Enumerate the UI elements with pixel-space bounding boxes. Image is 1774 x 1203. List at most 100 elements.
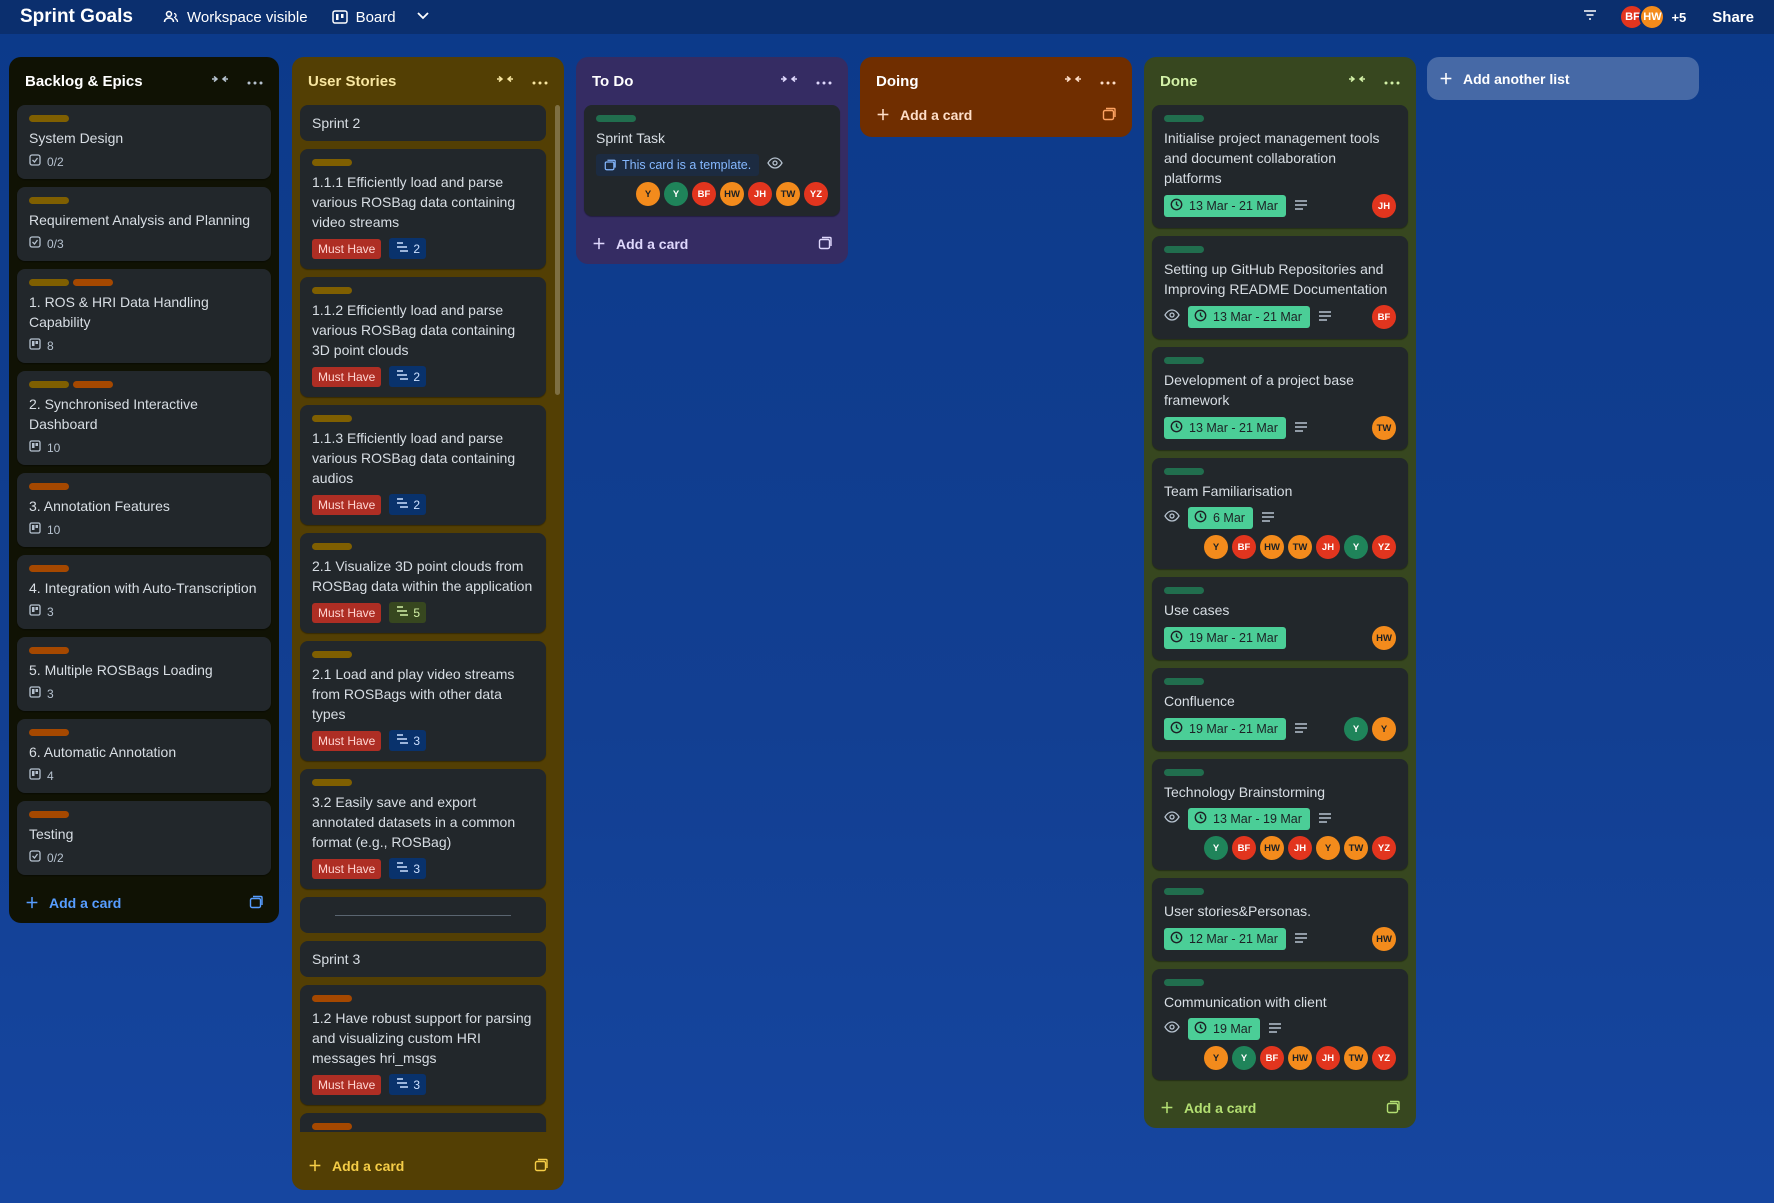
- card[interactable]: Setting up GitHub Repositories and Impro…: [1152, 236, 1408, 339]
- member-avatar[interactable]: JH: [1316, 1046, 1340, 1070]
- member-avatar[interactable]: YZ: [1372, 1046, 1396, 1070]
- member-avatar[interactable]: BF: [1232, 535, 1256, 559]
- template-icon[interactable]: [818, 236, 832, 253]
- template-icon[interactable]: [249, 895, 263, 912]
- member-avatar[interactable]: HW: [1372, 927, 1396, 951]
- card[interactable]: Communication with client 19 Mar Y Y BF HW JH T…: [1152, 969, 1408, 1080]
- collapse-icon[interactable]: [1348, 72, 1366, 90]
- card-template[interactable]: Sprint Task This card is a template. YYB…: [584, 105, 840, 216]
- member-avatar[interactable]: Y: [1372, 717, 1396, 741]
- add-card-button[interactable]: ＋ Add a card: [1152, 1088, 1408, 1128]
- card[interactable]: 1.1.1 Efficiently load and parse various…: [300, 149, 546, 269]
- card[interactable]: Testing 0/2: [17, 801, 271, 875]
- template-icon[interactable]: [1102, 107, 1116, 124]
- template-icon[interactable]: [1386, 1100, 1400, 1117]
- card[interactable]: Technology Brainstorming 13 Mar - 19 Mar Y…: [1152, 759, 1408, 870]
- card[interactable]: 1.2 Handle data variabilities in: [300, 1113, 546, 1132]
- list-title[interactable]: Done: [1160, 73, 1198, 90]
- member-avatar[interactable]: TW: [1288, 535, 1312, 559]
- member-avatar[interactable]: Y: [1344, 717, 1368, 741]
- list-title[interactable]: User Stories: [308, 73, 396, 90]
- due-date-badge[interactable]: 19 Mar - 21 Mar: [1164, 718, 1286, 740]
- due-date-badge[interactable]: 13 Mar - 21 Mar: [1164, 195, 1286, 217]
- member-avatar[interactable]: JH: [1316, 535, 1340, 559]
- member-avatar[interactable]: JH: [1288, 836, 1312, 860]
- template-icon[interactable]: [534, 1158, 548, 1175]
- member-avatar[interactable]: Y: [1344, 535, 1368, 559]
- collapse-icon[interactable]: [1064, 72, 1082, 90]
- card[interactable]: Team Familiarisation 6 Mar Y BF HW TW JH Y YZ: [1152, 458, 1408, 569]
- member-avatar[interactable]: Y: [1204, 1046, 1228, 1070]
- board-view-button[interactable]: Board: [331, 9, 396, 26]
- collapse-icon[interactable]: [211, 72, 229, 90]
- member-avatar[interactable]: Y: [1204, 535, 1228, 559]
- add-another-list-button[interactable]: ＋ Add another list: [1427, 57, 1699, 100]
- scrollbar[interactable]: [555, 105, 560, 395]
- member-avatar[interactable]: HW: [1639, 4, 1666, 30]
- card[interactable]: Development of a project base framework 1…: [1152, 347, 1408, 450]
- more-icon[interactable]: [532, 72, 548, 90]
- member-avatar[interactable]: Y: [1232, 1046, 1256, 1070]
- member-avatar[interactable]: YZ: [804, 182, 828, 206]
- member-avatar[interactable]: TW: [776, 182, 800, 206]
- card[interactable]: Confluence 19 Mar - 21 Mar Y Y: [1152, 668, 1408, 751]
- add-card-button[interactable]: ＋ Add a card: [300, 1146, 556, 1186]
- separator-card[interactable]: [300, 897, 546, 933]
- member-avatar[interactable]: HW: [720, 182, 744, 206]
- sprint-header-card[interactable]: Sprint 3: [300, 941, 546, 977]
- due-date-badge[interactable]: 13 Mar - 21 Mar: [1188, 306, 1310, 328]
- member-avatar[interactable]: TW: [1344, 836, 1368, 860]
- filter-icon[interactable]: [1583, 8, 1597, 26]
- member-avatar[interactable]: HW: [1260, 836, 1284, 860]
- card[interactable]: Use cases 19 Mar - 21 Mar HW: [1152, 577, 1408, 660]
- member-avatar[interactable]: BF: [1372, 305, 1396, 329]
- list-title[interactable]: Doing: [876, 73, 919, 90]
- member-avatar[interactable]: BF: [1260, 1046, 1284, 1070]
- member-avatar[interactable]: YZ: [1372, 836, 1396, 860]
- member-avatar[interactable]: Y: [1316, 836, 1340, 860]
- card[interactable]: 6. Automatic Annotation 4: [17, 719, 271, 793]
- member-avatar[interactable]: HW: [1260, 535, 1284, 559]
- collapse-icon[interactable]: [780, 72, 798, 90]
- member-avatar[interactable]: BF: [1232, 836, 1256, 860]
- member-avatar[interactable]: TW: [1344, 1046, 1368, 1070]
- collapse-icon[interactable]: [496, 72, 514, 90]
- member-avatar[interactable]: HW: [1372, 626, 1396, 650]
- list-title[interactable]: Backlog & Epics: [25, 73, 143, 90]
- card[interactable]: 3.2 Easily save and export annotated dat…: [300, 769, 546, 889]
- member-avatar[interactable]: JH: [748, 182, 772, 206]
- card[interactable]: 4. Integration with Auto-Transcription 3: [17, 555, 271, 629]
- member-avatar[interactable]: YZ: [1372, 535, 1396, 559]
- list-title[interactable]: To Do: [592, 73, 633, 90]
- board-title[interactable]: Sprint Goals: [20, 6, 133, 28]
- member-avatar[interactable]: HW: [1288, 1046, 1312, 1070]
- card[interactable]: 2.1 Visualize 3D point clouds from ROSBa…: [300, 533, 546, 633]
- more-icon[interactable]: [1384, 72, 1400, 90]
- card[interactable]: 2. Synchronised Interactive Dashboard 10: [17, 371, 271, 465]
- card[interactable]: User stories&Personas. 12 Mar - 21 Mar HW: [1152, 878, 1408, 961]
- card[interactable]: 1.1.3 Efficiently load and parse various…: [300, 405, 546, 525]
- card[interactable]: 3. Annotation Features 10: [17, 473, 271, 547]
- card[interactable]: System Design 0/2: [17, 105, 271, 179]
- due-date-badge[interactable]: 19 Mar: [1188, 1018, 1260, 1040]
- add-card-button[interactable]: ＋ Add a card: [17, 883, 271, 923]
- chevron-down-icon[interactable]: [416, 8, 430, 27]
- member-avatar[interactable]: BF: [692, 182, 716, 206]
- member-avatar[interactable]: Y: [1204, 836, 1228, 860]
- more-icon[interactable]: [816, 72, 832, 90]
- member-avatar[interactable]: Y: [664, 182, 688, 206]
- card[interactable]: 1. ROS & HRI Data Handling Capability 8: [17, 269, 271, 363]
- sprint-header-card[interactable]: Sprint 2: [300, 105, 546, 141]
- visibility-button[interactable]: Workspace visible: [163, 9, 308, 26]
- due-date-badge[interactable]: 13 Mar - 21 Mar: [1164, 417, 1286, 439]
- card[interactable]: Requirement Analysis and Planning 0/3: [17, 187, 271, 261]
- member-avatar[interactable]: JH: [1372, 194, 1396, 218]
- member-count[interactable]: +5: [1671, 10, 1686, 25]
- card[interactable]: 2.1 Load and play video streams from ROS…: [300, 641, 546, 761]
- member-avatar[interactable]: Y: [636, 182, 660, 206]
- due-date-badge[interactable]: 6 Mar: [1188, 507, 1253, 529]
- add-card-button[interactable]: ＋ Add a card: [584, 224, 840, 264]
- member-avatar[interactable]: TW: [1372, 416, 1396, 440]
- share-button[interactable]: Share: [1712, 9, 1754, 26]
- due-date-badge[interactable]: 19 Mar - 21 Mar: [1164, 627, 1286, 649]
